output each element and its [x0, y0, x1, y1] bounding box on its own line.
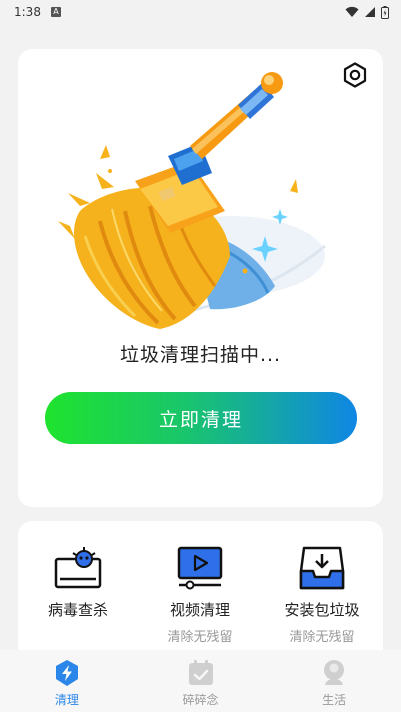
- scan-card: 垃圾清理扫描中... 立即清理: [18, 49, 383, 507]
- tool-sublabel: 清除无残留: [167, 630, 233, 645]
- clean-now-button[interactable]: 立即清理: [45, 392, 357, 444]
- nav-label: 清理: [54, 693, 79, 707]
- status-bar: 1:38 A: [0, 0, 401, 24]
- package-clean-icon: [299, 546, 345, 590]
- tool-sublabel: 清除无残留: [289, 630, 355, 645]
- tools-card: 病毒查杀 视频清理 清除无残留 安装包垃圾 清除无残留: [18, 521, 383, 671]
- notification-badge: A: [50, 7, 61, 17]
- settings-button[interactable]: [341, 61, 369, 89]
- status-time: 1:38: [14, 5, 41, 19]
- person-icon: [324, 660, 345, 685]
- tool-label: 安装包垃圾: [284, 601, 360, 619]
- signal-icon: [365, 7, 375, 17]
- nav-item-life[interactable]: 生活: [267, 650, 401, 712]
- wifi-icon: [345, 6, 359, 17]
- tool-label: 视频清理: [169, 601, 230, 619]
- virus-scan-icon: [54, 547, 102, 589]
- bottom-nav: 清理 碎碎念 生活: [0, 650, 401, 712]
- status-left: 1:38 A: [14, 5, 61, 19]
- lightning-shield-icon: [55, 660, 78, 686]
- tool-label: 病毒查杀: [47, 601, 108, 619]
- nav-item-notes[interactable]: 碎碎念: [134, 650, 268, 712]
- nav-label: 生活: [322, 693, 347, 707]
- nav-item-clean[interactable]: 清理: [0, 650, 134, 712]
- calendar-check-icon: [188, 660, 213, 685]
- video-clean-icon: [177, 546, 223, 590]
- settings-icon: [343, 62, 367, 88]
- scan-status-text: 垃圾清理扫描中...: [119, 344, 282, 366]
- status-right: [345, 5, 389, 19]
- battery-icon: [381, 5, 389, 19]
- broom-illustration: [58, 72, 326, 329]
- nav-label: 碎碎念: [182, 693, 219, 707]
